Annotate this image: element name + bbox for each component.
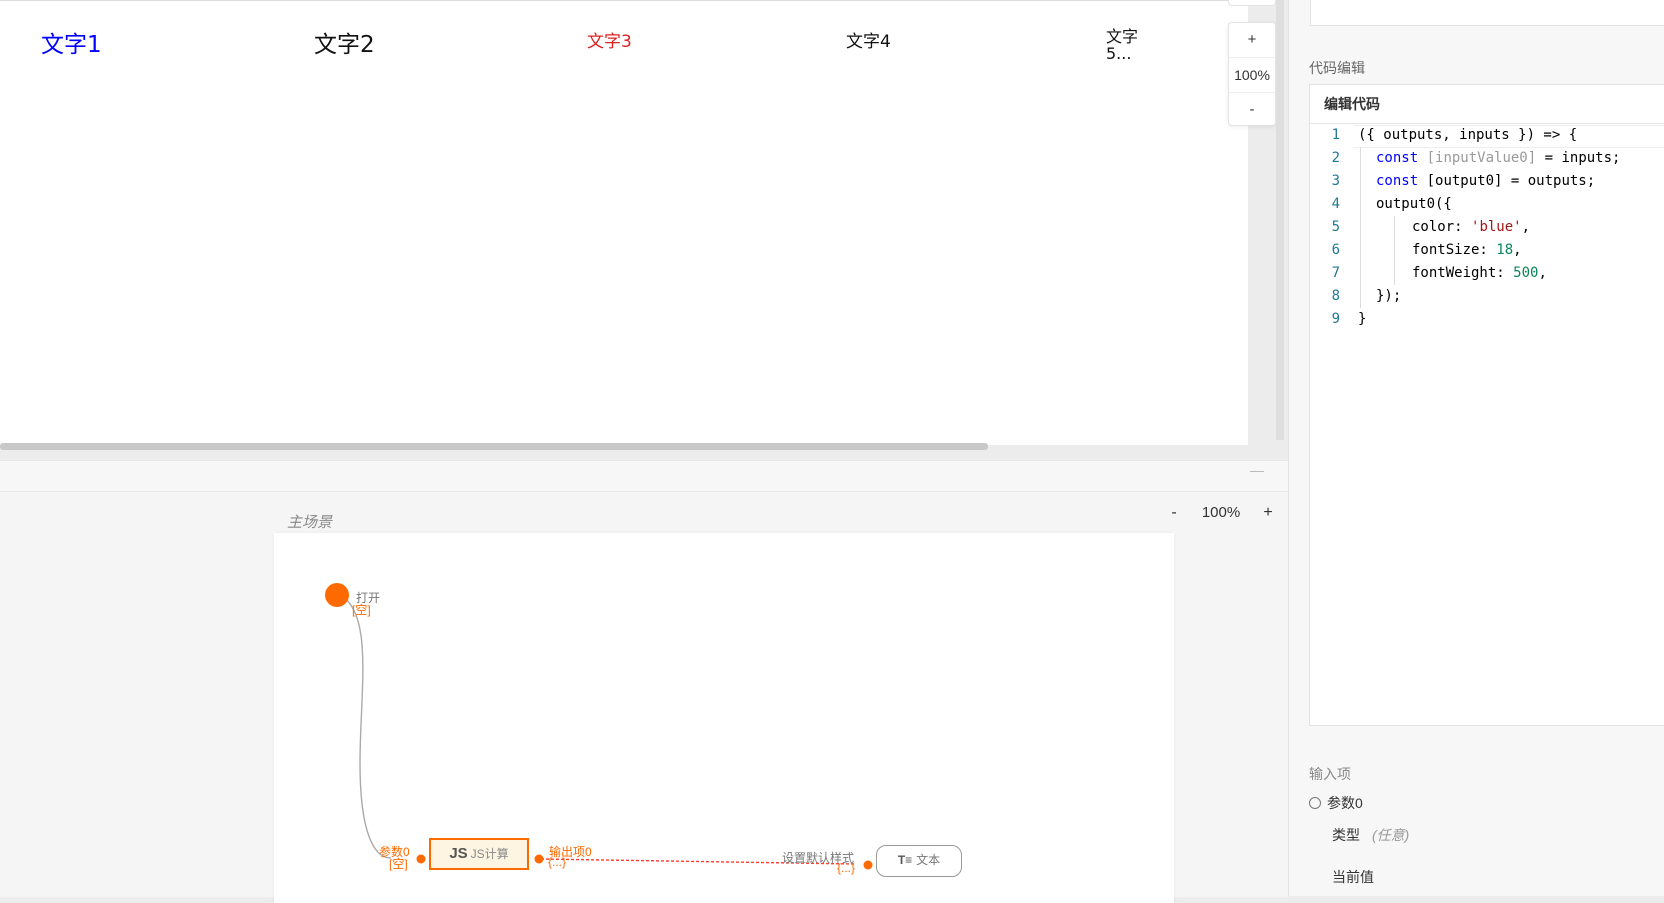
radio-icon[interactable] bbox=[1309, 797, 1321, 809]
scene-canvas[interactable]: 打开 [空] 参数0 [空] JS JS计算 输出项0 {...} 设置默认样式 … bbox=[274, 533, 1174, 903]
vertical-scrollbar[interactable] bbox=[1276, 0, 1284, 440]
current-value-label: 当前值 bbox=[1332, 869, 1374, 885]
text-input-port-dot bbox=[863, 860, 873, 870]
js-icon: JS bbox=[449, 845, 468, 862]
code-line-1: 1({ outputs, inputs }) => { bbox=[1331, 127, 1578, 143]
properties-panel: 代码编辑 编辑代码 1({ outputs, inputs }) => { 2c… bbox=[1288, 0, 1664, 896]
horizontal-scrollbar[interactable] bbox=[0, 443, 988, 450]
code-lines[interactable]: 1({ outputs, inputs }) => { 2 const [inpu… bbox=[1310, 124, 1664, 331]
logic-panel: 主场景 -100% + 打开 [空] 参数0 [空] JS JS计算 输出项0 {.… bbox=[0, 460, 1288, 903]
code-line-8: 8}); bbox=[1331, 288, 1402, 304]
text-node-label: 文本 bbox=[916, 853, 941, 867]
param-radio-row[interactable]: 参数0 bbox=[1309, 793, 1363, 813]
code-line-5: 5 color: 'blue', bbox=[1331, 219, 1531, 235]
type-label: 类型 bbox=[1332, 827, 1360, 843]
logic-toolbar bbox=[0, 461, 1288, 492]
design-canvas[interactable]: 文字1 文字2 文字3 文字4 文字5... bbox=[0, 0, 1248, 445]
code-editor[interactable]: 编辑代码 1({ outputs, inputs }) => { 2 const … bbox=[1309, 84, 1664, 726]
js-node-label: JS计算 bbox=[470, 847, 509, 861]
code-section-title: 代码编辑 bbox=[1309, 60, 1365, 76]
code-line-6: 6 fontSize: 18, bbox=[1331, 242, 1522, 258]
text-node[interactable]: T≡ 文本 bbox=[876, 845, 962, 877]
design-canvas-area: 文字1 文字2 文字3 文字4 文字5... + 100% - bbox=[0, 0, 1290, 460]
code-editor-header: 编辑代码 bbox=[1310, 85, 1664, 124]
js-output-value: {...} bbox=[548, 855, 567, 869]
scene-title: 主场景 bbox=[287, 514, 333, 531]
panel-top-box bbox=[1310, 0, 1664, 26]
code-line-4: 4 output0({ bbox=[1331, 196, 1452, 212]
logic-zoom-level: 100% bbox=[1201, 504, 1241, 521]
text-component-2[interactable]: 文字2 bbox=[314, 25, 375, 59]
code-line-3: 3 const [output0] = outputs; bbox=[1331, 173, 1596, 189]
open-event-value: [空] bbox=[352, 603, 371, 617]
logic-zoom-in-button[interactable]: + bbox=[1257, 504, 1279, 522]
logic-zoom-out-button[interactable]: - bbox=[1163, 504, 1185, 522]
open-port-dot bbox=[325, 583, 349, 607]
type-value: (任意) bbox=[1372, 827, 1410, 843]
wire-open-to-js bbox=[339, 594, 392, 859]
set-default-style-value: {...} bbox=[837, 861, 856, 875]
zoom-in-button[interactable]: + bbox=[1229, 23, 1275, 57]
code-line-2: 2 const [inputValue0] = inputs; bbox=[1331, 150, 1621, 166]
js-input-value: [空] bbox=[389, 857, 408, 871]
js-output-port-dot bbox=[534, 854, 544, 864]
type-row: 类型 (任意) bbox=[1332, 825, 1409, 845]
canvas-zoom-control: + 100% - bbox=[1228, 22, 1276, 126]
logic-zoom-control: -100% + bbox=[1163, 504, 1279, 522]
zoom-out-button[interactable]: - bbox=[1229, 93, 1275, 127]
param-label: 参数0 bbox=[1327, 795, 1363, 811]
text-icon: T≡ bbox=[897, 853, 913, 867]
collapse-icon[interactable] bbox=[1250, 471, 1264, 472]
text-component-1[interactable]: 文字1 bbox=[41, 25, 102, 59]
js-compute-node[interactable]: JS JS计算 bbox=[429, 838, 529, 870]
zoom-level: 100% bbox=[1229, 57, 1275, 93]
text-component-4[interactable]: 文字4 bbox=[846, 27, 891, 52]
code-line-7: 7 fontWeight: 500, bbox=[1331, 265, 1547, 281]
code-line-9: 9} bbox=[1331, 311, 1367, 327]
text-component-5[interactable]: 文字5... bbox=[1106, 28, 1146, 62]
inputs-section-title: 输入项 bbox=[1309, 766, 1351, 782]
js-input-port-dot bbox=[416, 854, 426, 864]
text-component-3[interactable]: 文字3 bbox=[587, 27, 632, 52]
toolbar-stub bbox=[1228, 0, 1276, 6]
